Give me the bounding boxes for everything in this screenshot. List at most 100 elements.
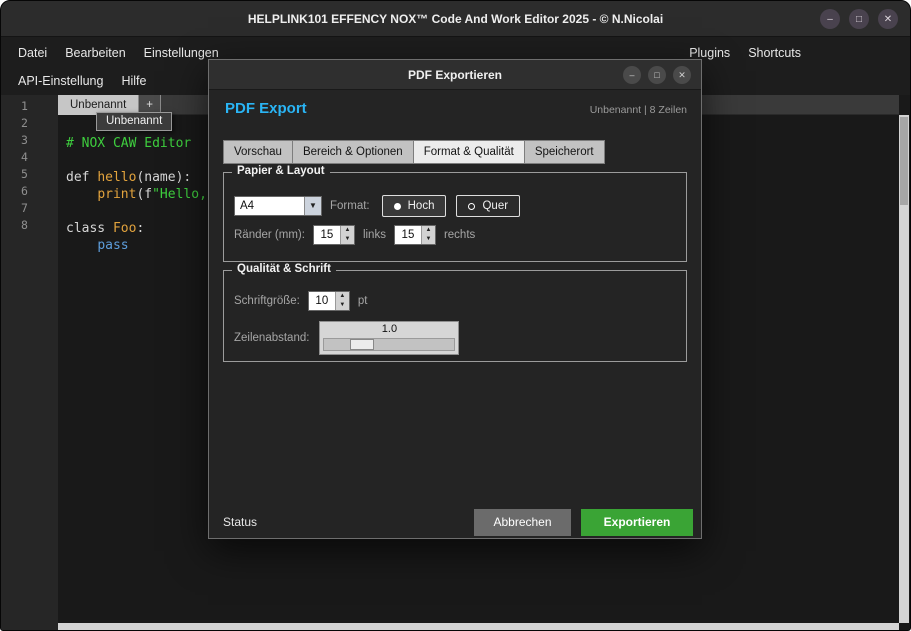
font-size-spinner[interactable]: 10 ▲▼ [308, 291, 350, 311]
slider-trough[interactable] [323, 338, 455, 351]
margins-row: Ränder (mm): 15 ▲▼ links 15 ▲▼ rechts [234, 225, 676, 245]
radio-dot-icon [394, 203, 401, 210]
paper-layout-group: Papier & Layout A4 ▼ Format: HochQuer Rä… [223, 172, 687, 262]
code-token: def [66, 170, 97, 185]
dialog-maximize-button[interactable]: □ [648, 66, 666, 84]
line-number: 3 [1, 132, 58, 149]
margin-left-suffix: links [363, 229, 386, 241]
dialog-header: PDF Export Unbenannt | 8 Zeilen [225, 100, 687, 117]
line-spacing-row: Zeilenabstand: 1.0 [234, 321, 676, 355]
dialog-tab-bereich-optionen[interactable]: Bereich & Optionen [293, 140, 414, 164]
spinner-value: 15 [395, 226, 421, 244]
line-spacing-label: Zeilenabstand: [234, 332, 309, 344]
code-token: : [136, 221, 144, 236]
spin-down-icon[interactable]: ▼ [341, 235, 354, 244]
spin-up-icon[interactable]: ▲ [341, 226, 354, 235]
spinner-value: 10 [309, 292, 335, 310]
cancel-button[interactable]: Abbrechen [474, 509, 571, 536]
line-number: 1 [1, 98, 58, 115]
paper-size-select[interactable]: A4 ▼ [234, 196, 322, 216]
spin-down-icon[interactable]: ▼ [336, 301, 349, 310]
spin-up-icon[interactable]: ▲ [336, 292, 349, 301]
spin-down-icon[interactable]: ▼ [422, 235, 435, 244]
window-title: HELPLINK101 EFFENCY NOX™ Code And Work E… [1, 1, 910, 36]
code-token: pass [97, 238, 128, 253]
window-controls: – □ ✕ [820, 9, 898, 29]
dialog-close-button[interactable]: ✕ [673, 66, 691, 84]
close-button[interactable]: ✕ [878, 9, 898, 29]
dialog-footer: Status Abbrechen Exportieren [223, 508, 693, 536]
file-info: Unbenannt | 8 Zeilen [590, 104, 687, 116]
font-size-row: Schriftgröße: 10 ▲▼ pt [234, 291, 676, 311]
dialog-heading: PDF Export [225, 100, 307, 117]
group-title: Papier & Layout [232, 165, 330, 177]
menu-item-api-einstellung[interactable]: API-Einstellung [9, 71, 112, 91]
margins-label: Ränder (mm): [234, 229, 305, 241]
dialog-tab-vorschau[interactable]: Vorschau [223, 140, 293, 164]
dialog-window-controls: – □ ✕ [623, 66, 691, 84]
tab-tooltip: Unbenannt [96, 112, 172, 131]
code-token: # NOX CAW Editor [66, 136, 191, 151]
export-button[interactable]: Exportieren [581, 509, 693, 536]
spinner-buttons: ▲▼ [421, 226, 435, 244]
radio-dot-icon [468, 203, 475, 210]
line-number: 7 [1, 200, 58, 217]
paper-size-value: A4 [235, 197, 304, 215]
orientation-option-hoch[interactable]: Hoch [382, 195, 447, 217]
horizontal-scrollbar[interactable] [58, 623, 899, 630]
code-token [66, 187, 97, 202]
chevron-down-icon[interactable]: ▼ [304, 197, 321, 215]
menubar-left-items: DateiBearbeitenEinstellungen [9, 43, 228, 63]
line-number: 2 [1, 115, 58, 132]
margin-right-suffix: rechts [444, 229, 475, 241]
dialog-tab-speicherort[interactable]: Speicherort [525, 140, 605, 164]
scrollbar-thumb[interactable] [900, 117, 908, 205]
line-spacing-slider[interactable]: 1.0 [319, 321, 459, 355]
code-token: print [97, 187, 136, 202]
code-token: (name): [136, 170, 191, 185]
spin-up-icon[interactable]: ▲ [422, 226, 435, 235]
line-number: 8 [1, 217, 58, 234]
line-number: 5 [1, 166, 58, 183]
code-token: hello [97, 170, 136, 185]
spinner-buttons: ▲▼ [340, 226, 354, 244]
margin-left-spinner[interactable]: 15 ▲▼ [313, 225, 355, 245]
line-number: 6 [1, 183, 58, 200]
orientation-label: Quer [482, 200, 508, 212]
spinner-buttons: ▲▼ [335, 292, 349, 310]
menu-item-hilfe[interactable]: Hilfe [112, 71, 155, 91]
dialog-minimize-button[interactable]: – [623, 66, 641, 84]
quality-font-group: Qualität & Schrift Schriftgröße: 10 ▲▼ p… [223, 270, 687, 362]
pdf-export-dialog: PDF Exportieren – □ ✕ PDF Export Unbenan… [208, 59, 702, 539]
orientation-options: Hoch Quer [382, 195, 520, 217]
minimize-button[interactable]: – [820, 9, 840, 29]
group-title: Qualität & Schrift [232, 263, 336, 275]
spinner-value: 15 [314, 226, 340, 244]
app-window: HELPLINK101 EFFENCY NOX™ Code And Work E… [0, 0, 911, 631]
dialog-tabs: VorschauBereich & OptionenFormat & Quali… [223, 140, 605, 164]
menu-item-shortcuts[interactable]: Shortcuts [739, 43, 810, 63]
orientation-label: Hoch [408, 200, 435, 212]
code-token: (f [136, 187, 152, 202]
status-label: Status [223, 515, 257, 529]
line-number-gutter: 12345678 [1, 95, 58, 630]
code-token: class [66, 221, 113, 236]
line-number: 4 [1, 149, 58, 166]
titlebar[interactable]: HELPLINK101 EFFENCY NOX™ Code And Work E… [1, 1, 910, 37]
margin-right-spinner[interactable]: 15 ▲▼ [394, 225, 436, 245]
menu-item-datei[interactable]: Datei [9, 43, 56, 63]
vertical-scrollbar[interactable] [899, 115, 909, 623]
footer-buttons: Abbrechen Exportieren [474, 509, 693, 536]
orientation-option-quer[interactable]: Quer [456, 195, 520, 217]
menu-item-bearbeiten[interactable]: Bearbeiten [56, 43, 134, 63]
dialog-titlebar[interactable]: PDF Exportieren – □ ✕ [209, 60, 701, 90]
font-size-label: Schriftgröße: [234, 295, 300, 307]
maximize-button[interactable]: □ [849, 9, 869, 29]
dialog-tab-format-qualit-t[interactable]: Format & Qualität [414, 140, 525, 164]
slider-value: 1.0 [320, 322, 458, 338]
font-size-suffix: pt [358, 295, 368, 307]
slider-handle[interactable] [350, 339, 374, 350]
code-token: Foo [113, 221, 136, 236]
paper-format-row: A4 ▼ Format: Hoch Quer [234, 195, 676, 217]
format-label: Format: [330, 200, 370, 212]
